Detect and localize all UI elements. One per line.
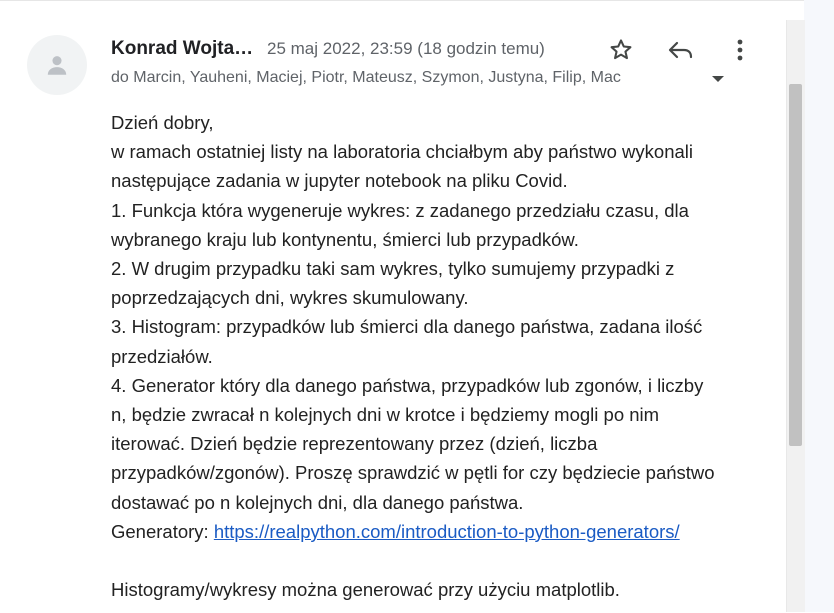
message-date: 25 maj 2022, 23:59 (18 godzin temu) xyxy=(267,39,545,58)
body-line: poprzedzających dni, wykres skumulowany. xyxy=(111,287,469,309)
body-line: przypadków/zgonów). Proszę sprawdzić w p… xyxy=(111,462,715,484)
more-options-button[interactable] xyxy=(728,36,752,64)
body-line: następujące zadania w jupyter notebook n… xyxy=(111,170,568,192)
sender-avatar[interactable] xyxy=(27,35,87,95)
body-line: w ramach ostatniej listy na laboratoria … xyxy=(111,141,693,163)
body-line: przedziałów. xyxy=(111,345,213,367)
reply-button[interactable] xyxy=(665,36,697,64)
body-line: iterować. Dzień będzie reprezentowany pr… xyxy=(111,433,598,455)
body-line: Dzień dobry, xyxy=(111,112,214,133)
recipients-list: do Marcin, Yauheni, Maciej, Piotr, Mateu… xyxy=(111,69,621,86)
body-line: wybranego kraju lub kontynentu, śmierci … xyxy=(111,228,579,250)
right-gutter xyxy=(804,0,834,612)
scrollbar-thumb[interactable] xyxy=(789,84,802,446)
footer-line: Histogramy/wykresy można generować przy … xyxy=(111,579,620,601)
generators-label: Generatory: xyxy=(111,520,214,542)
generators-link[interactable]: https://realpython.com/introduction-to-p… xyxy=(214,521,680,542)
body-line: n, będzie zwracał n kolejnych dni w krot… xyxy=(111,404,660,426)
message-body: Dzień dobry, w ramach ostatniej listy na… xyxy=(111,108,781,604)
star-button[interactable] xyxy=(605,36,637,64)
body-line: 1. Funkcja która wygeneruje wykres: z za… xyxy=(111,199,689,221)
sender-name[interactable]: Konrad Wojta… xyxy=(111,38,253,60)
show-details-button[interactable] xyxy=(709,70,727,88)
person-icon xyxy=(47,56,67,75)
body-line: 2. W drugim przypadku taki sam wykres, t… xyxy=(111,258,675,280)
caret-down-icon xyxy=(712,76,724,82)
body-line: 4. Generator który dla danego państwa, p… xyxy=(111,374,704,396)
body-line: dostawać po n kolejnych dni, dla danego … xyxy=(111,491,524,513)
more-vert-icon xyxy=(737,39,743,61)
body-line: 3. Histogram: przypadków lub śmierci dla… xyxy=(111,316,703,338)
reply-icon xyxy=(668,41,693,59)
star-icon xyxy=(610,39,632,60)
generators-line: Generatory: https://realpython.com/intro… xyxy=(111,517,781,546)
